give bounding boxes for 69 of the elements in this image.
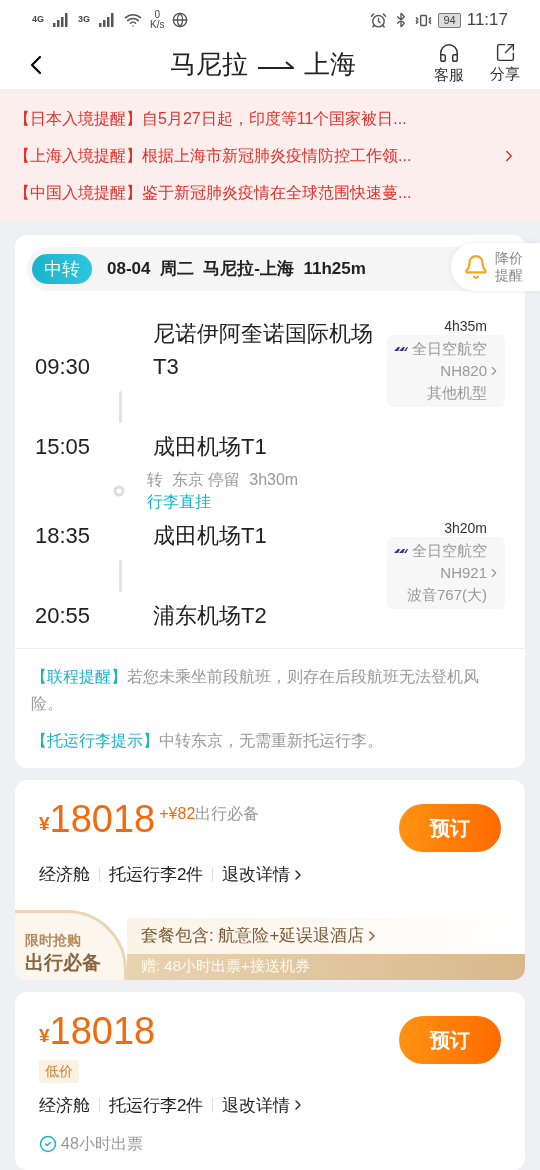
bell-icon: [463, 254, 489, 280]
book-button[interactable]: 预订: [399, 804, 501, 852]
alarm-icon: [370, 11, 388, 29]
fare-detail: 托运行李2件: [109, 864, 204, 886]
fare-price: 18018: [49, 1008, 156, 1054]
globe-icon: [172, 12, 189, 28]
airline-logo-icon: [394, 346, 408, 352]
arrival-airport: 成田机场T1: [153, 433, 268, 461]
tip-text: 【托运行李提示】中转东京，无需重新托运行李。: [31, 731, 384, 751]
signal-icon: [52, 13, 70, 27]
departure-airport: 尼诺伊阿奎诺国际机场T3: [153, 320, 374, 381]
fare-detail: 经济舱: [39, 1094, 90, 1117]
speed-value: 0: [154, 10, 161, 20]
tip-text: 【联程提醒】若您未乘坐前段航班，则存在后段航班无法登机风险。: [31, 667, 480, 714]
speed-unit: K/s: [150, 20, 165, 30]
transfer-badge: 中转: [32, 254, 92, 284]
headset-icon: [438, 42, 460, 65]
check-icon: [39, 1135, 57, 1153]
refund-details-link[interactable]: 退改详情: [222, 862, 307, 888]
entry-notice[interactable]: 【中国入境提醒】鉴于新冠肺炎疫情在全球范围快速蔓...: [22, 174, 518, 211]
airline-logo-icon: [394, 548, 408, 554]
refund-details-link[interactable]: 退改详情: [222, 1092, 307, 1118]
battery-level: 94: [438, 12, 461, 28]
departure-airport: 成田机场T1: [153, 522, 268, 550]
aircraft-type: 其他机型: [427, 383, 487, 403]
gift-banner: 赠: 48小时出票+接送机券: [127, 953, 525, 980]
entry-notice[interactable]: 【日本入境提醒】自5月27日起，印度等11个国家被日...: [22, 100, 518, 137]
header-action[interactable]: 客服: [434, 42, 464, 87]
trip-summary: 08-04 周二 马尼拉-上海 11h25m: [107, 258, 366, 281]
flight-info-card[interactable]: 全日空航空 NH820 其他机型: [387, 335, 505, 407]
extra-price: +¥82: [159, 804, 196, 824]
signal-icon: [98, 13, 117, 27]
aircraft-type: 波音767(大): [406, 585, 487, 605]
arrival-time: 20:55: [35, 602, 92, 630]
fare-detail: 经济舱: [39, 864, 90, 886]
flight-info-card[interactable]: 全日空航空 NH921 波音767(大): [387, 537, 505, 609]
header-action[interactable]: 分享: [490, 42, 520, 87]
departure-time: 09:30: [35, 353, 92, 381]
departure-time: 18:35: [35, 522, 92, 550]
price-alert-button[interactable]: 降价提醒: [451, 243, 540, 291]
baggage-through-label: 行李直挂: [147, 492, 212, 512]
network-label: 4G: [32, 13, 44, 27]
wifi-icon: [124, 11, 143, 29]
flight-number: NH921: [440, 563, 487, 583]
arrival-airport: 浦东机场T2: [153, 602, 268, 630]
extra-label: 出行必备: [195, 804, 260, 824]
transfer-info: 转 东京 停留 3h30m: [147, 470, 299, 490]
clock: 11:17: [466, 9, 508, 32]
share-icon: [494, 42, 516, 64]
destination-city: 上海: [304, 48, 356, 81]
fare-detail: 托运行李2件: [109, 1094, 204, 1117]
low-price-tag: 低价: [39, 1059, 79, 1083]
flight-duration: 3h20m: [444, 519, 488, 537]
flight-number: NH820: [440, 361, 487, 381]
currency-symbol: ¥: [39, 1024, 50, 1048]
ticketing-feature: 48小时出票: [61, 1134, 143, 1154]
airline-name: 全日空航空: [412, 339, 487, 359]
promo-label: 限时抢购: [25, 930, 82, 950]
airline-name: 全日空航空: [412, 541, 487, 561]
network-label: 3G: [78, 13, 91, 27]
entry-notice[interactable]: 【上海入境提醒】根据上海市新冠肺炎疫情防控工作领...: [22, 137, 518, 174]
fare-price: 18018: [49, 797, 156, 842]
promo-title: 出行必备: [25, 950, 102, 975]
flight-duration: 4h35m: [444, 317, 488, 335]
currency-symbol: ¥: [39, 813, 50, 836]
book-button[interactable]: 预订: [399, 1015, 501, 1064]
origin-city: 马尼拉: [170, 48, 248, 81]
stop-dot-icon: [113, 485, 125, 497]
arrival-time: 15:05: [35, 433, 92, 461]
